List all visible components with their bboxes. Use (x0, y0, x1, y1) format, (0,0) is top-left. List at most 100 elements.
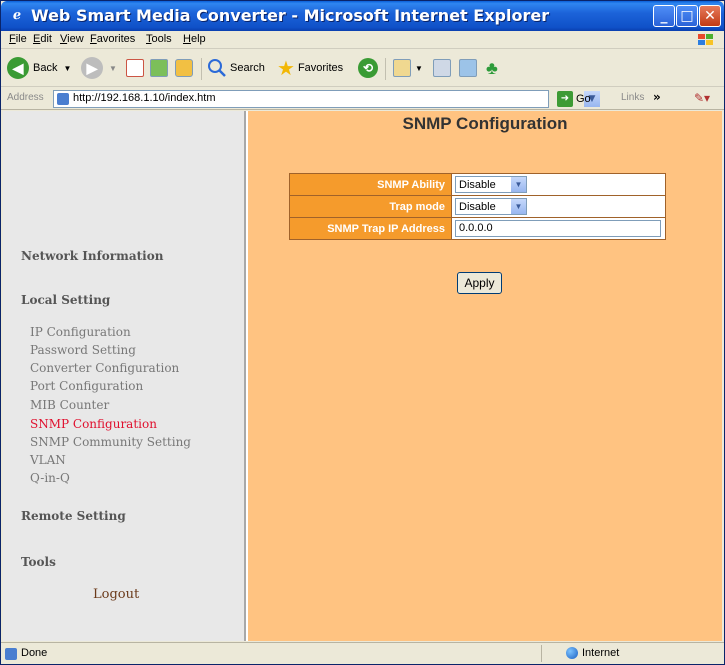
forward-arrow-icon: ▶ (81, 57, 103, 79)
address-input[interactable]: http://192.168.1.10/index.htm ▼ (53, 90, 600, 108)
close-button[interactable]: ✕ (699, 5, 721, 27)
chevron-right-icon[interactable]: » (653, 90, 661, 104)
chevron-down-icon: ▼ (511, 177, 526, 192)
address-bar: Address http://192.168.1.10/index.htm ▼ … (1, 88, 724, 110)
stop-icon (126, 59, 144, 77)
go-button[interactable]: ➜ Go (557, 91, 591, 107)
sidebar-network-information[interactable]: Network Information (21, 249, 163, 263)
edit-button[interactable] (459, 56, 477, 80)
menu-tools[interactable]: Tools (146, 33, 172, 45)
main-panel: SNMP Configuration SNMP Ability Disable … (248, 111, 722, 641)
status-text: Done (21, 647, 48, 659)
address-url: http://192.168.1.10/index.htm (73, 92, 216, 104)
logout-link[interactable]: Logout (93, 587, 139, 602)
status-divider (541, 645, 542, 662)
trap-mode-cell: Disable ▼ (451, 195, 666, 218)
print-icon (433, 59, 451, 77)
back-dropdown-icon[interactable]: ▼ (63, 64, 71, 73)
ie-icon: ℯ (12, 8, 22, 23)
browser-window: ℯ Web Smart Media Converter - Microsoft … (0, 0, 725, 665)
snmp-ability-label: SNMP Ability (289, 173, 452, 196)
refresh-button[interactable] (150, 56, 168, 80)
maximize-button[interactable]: □ (676, 5, 698, 27)
sidebar-item-password-setting[interactable]: Password Setting (30, 343, 136, 357)
table-row: SNMP Ability Disable ▼ (289, 173, 666, 196)
menu-view[interactable]: View (60, 33, 84, 45)
go-label: Go (576, 93, 591, 105)
chevron-down-icon: ▼ (511, 199, 526, 214)
edit-page-icon (459, 59, 477, 77)
back-label: Back (33, 62, 58, 74)
home-icon (175, 59, 193, 77)
trap-mode-select[interactable]: Disable ▼ (455, 198, 527, 215)
title-bar[interactable]: ℯ Web Smart Media Converter - Microsoft … (1, 1, 724, 31)
mail-button[interactable]: ▼ (393, 56, 423, 80)
history-button[interactable]: ⟲ (358, 56, 378, 80)
page-title: SNMP Configuration (402, 114, 568, 133)
snmp-ability-select[interactable]: Disable ▼ (455, 176, 527, 193)
apply-button[interactable]: Apply (457, 272, 502, 294)
stop-button[interactable] (126, 56, 144, 80)
trap-ip-cell: 0.0.0.0 (451, 217, 666, 240)
menu-favorites[interactable]: Favorites (90, 33, 135, 45)
menu-file[interactable]: File (9, 33, 27, 45)
sidebar: Network Information Local Setting IP Con… (3, 111, 246, 641)
mail-icon (393, 59, 411, 77)
back-button[interactable]: ◀ Back ▼ (7, 56, 71, 80)
trap-mode-label: Trap mode (289, 195, 452, 218)
sidebar-item-q-in-q[interactable]: Q-in-Q (30, 471, 70, 485)
sidebar-item-port-configuration[interactable]: Port Configuration (30, 379, 143, 393)
sidebar-local-setting[interactable]: Local Setting (21, 293, 110, 307)
menu-edit[interactable]: Edit (33, 33, 52, 45)
links-label[interactable]: Links (621, 92, 644, 103)
refresh-icon (150, 59, 168, 77)
trap-ip-label: SNMP Trap IP Address (289, 217, 452, 240)
sidebar-remote-setting[interactable]: Remote Setting (21, 509, 126, 523)
print-button[interactable] (433, 56, 451, 80)
toolbar-divider (385, 58, 386, 80)
minimize-button[interactable]: _ (653, 5, 675, 27)
extension-icon[interactable]: ✎▾ (694, 91, 710, 105)
snmp-ability-cell: Disable ▼ (451, 173, 666, 196)
table-row: SNMP Trap IP Address 0.0.0.0 (289, 217, 666, 240)
search-button[interactable]: Search (207, 56, 265, 80)
favorites-label: Favorites (297, 62, 344, 74)
search-icon (208, 59, 226, 77)
status-bar: Done Internet (1, 642, 724, 664)
menu-bar: File Edit View Favorites Tools Help (1, 31, 724, 49)
star-icon: ★ (277, 57, 295, 80)
toolbar: ◀ Back ▼ ▶ ▼ Search ★ Favorites ⟲ ▼ ♣ (1, 50, 724, 87)
back-arrow-icon: ◀ (7, 57, 29, 79)
globe-icon (566, 647, 578, 659)
messenger-button[interactable]: ♣ (486, 56, 498, 80)
sidebar-item-snmp-configuration[interactable]: SNMP Configuration (30, 417, 157, 431)
home-button[interactable] (175, 56, 193, 80)
page-content: Network Information Local Setting IP Con… (3, 111, 722, 641)
sidebar-item-vlan[interactable]: VLAN (30, 453, 66, 467)
sidebar-tools[interactable]: Tools (21, 555, 56, 569)
security-zone: Internet (566, 647, 619, 659)
sidebar-item-ip-configuration[interactable]: IP Configuration (30, 325, 131, 339)
forward-dropdown-icon[interactable]: ▼ (109, 64, 117, 73)
messenger-icon: ♣ (486, 57, 498, 78)
toolbar-divider (201, 58, 202, 80)
sidebar-item-mib-counter[interactable]: MIB Counter (30, 398, 109, 412)
page-icon (57, 93, 69, 105)
address-label: Address (7, 92, 44, 103)
search-label: Search (230, 62, 265, 74)
table-row: Trap mode Disable ▼ (289, 195, 666, 218)
go-arrow-icon: ➜ (557, 91, 573, 107)
mail-dropdown-icon[interactable]: ▼ (415, 64, 423, 73)
snmp-ability-value: Disable (459, 178, 496, 191)
trap-mode-value: Disable (459, 200, 496, 213)
snmp-config-table: SNMP Ability Disable ▼ Trap mode Disable… (289, 173, 666, 240)
history-icon: ⟲ (358, 58, 378, 78)
trap-ip-input[interactable]: 0.0.0.0 (455, 220, 661, 237)
menu-help[interactable]: Help (183, 33, 206, 45)
sidebar-item-converter-configuration[interactable]: Converter Configuration (30, 361, 179, 375)
forward-button[interactable]: ▶ ▼ (81, 56, 117, 80)
windows-logo-icon (698, 34, 713, 45)
zone-label: Internet (582, 647, 620, 659)
favorites-button[interactable]: ★ Favorites (277, 56, 343, 80)
sidebar-item-snmp-community-setting[interactable]: SNMP Community Setting (30, 435, 191, 449)
